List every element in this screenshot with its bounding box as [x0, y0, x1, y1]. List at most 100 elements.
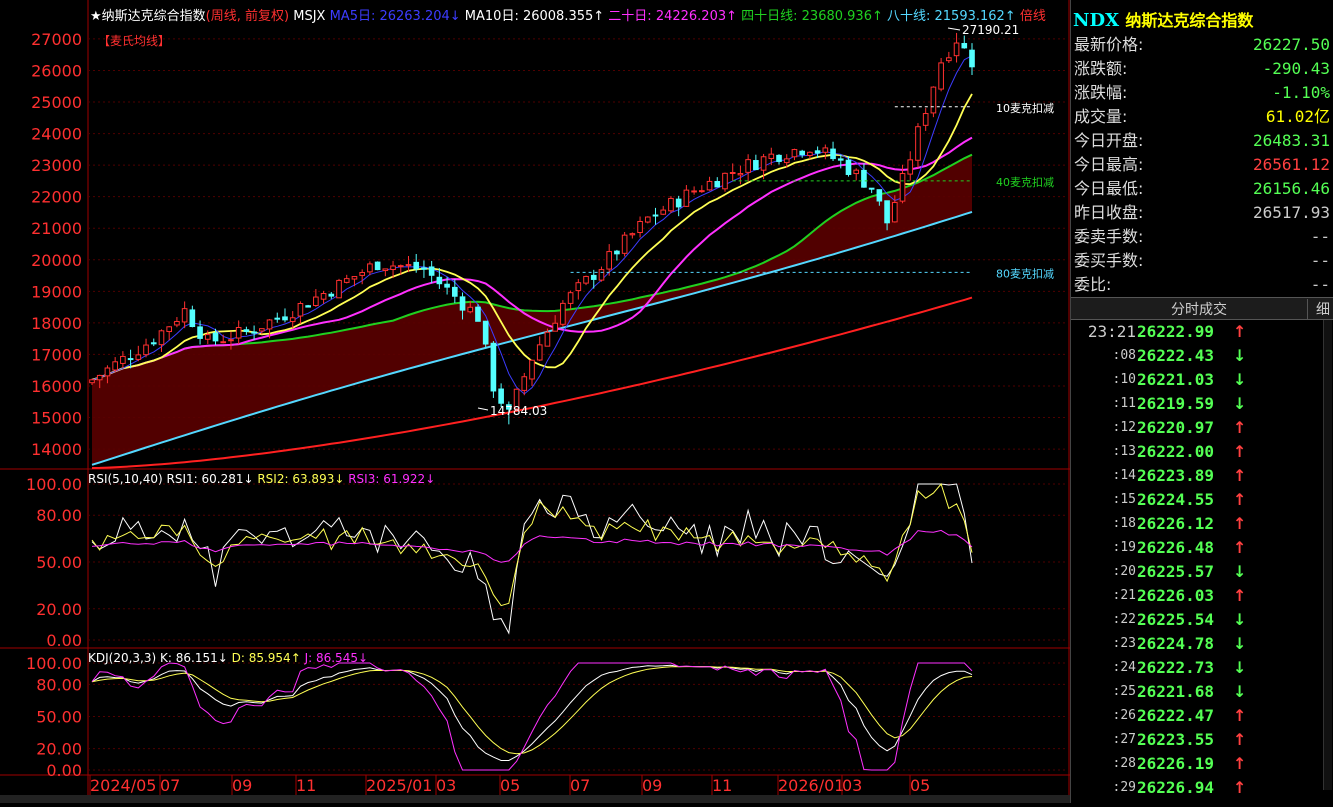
quote-row: 今日最低: 26156.46: [1071, 177, 1333, 201]
arrow-up-icon: ↑: [1233, 586, 1247, 605]
quote-row: 最新价格: 26227.50: [1071, 33, 1333, 57]
candle-body: [614, 250, 620, 255]
arrow-down-icon: ↓: [1233, 394, 1247, 413]
candle-body: [421, 267, 427, 270]
deduct-label: 10麦克扣减: [996, 101, 1054, 115]
quote-row: 今日开盘: 26483.31: [1071, 129, 1333, 153]
quote-code: NDX: [1073, 10, 1120, 31]
y-tick-label: 17000: [31, 345, 82, 364]
tick-time: :15: [1112, 492, 1136, 507]
tick-price: 26222.99: [1137, 322, 1215, 341]
ma-legend-item: 四十日线: 23680.936↑: [737, 9, 883, 24]
quote-row: 委买手数: --: [1071, 249, 1333, 273]
tick-time: :28: [1112, 756, 1136, 771]
candle-body: [822, 147, 829, 153]
candle-body: [413, 261, 420, 270]
candle-body: [374, 261, 381, 271]
tab-ticks[interactable]: 分时成交: [1171, 299, 1227, 319]
candle-body: [876, 189, 883, 202]
candle-body: [745, 159, 751, 173]
arrow-down-icon: ↓: [1233, 658, 1247, 677]
candle-body: [760, 156, 767, 171]
pane-header: RSI(5,10,40) RSI1: 60.281↓ RSI2: 63.893↓…: [88, 472, 435, 486]
candle-body: [891, 202, 898, 223]
candle-body: [320, 293, 327, 300]
candle-body: [127, 358, 134, 361]
candle-body: [637, 221, 643, 233]
arrow-down-icon: ↓: [1233, 610, 1247, 629]
candle-body: [382, 268, 389, 272]
candlestick-chart[interactable]: 27000 26000 25000 24000 23000 22000 21000 20000…: [0, 0, 1070, 803]
tick-row: :15 26224.55 ↑: [1071, 488, 1333, 512]
tick-price: 26222.47: [1137, 706, 1215, 725]
star-icon: ★: [90, 9, 102, 24]
x-tick-label: 2026/01: [778, 776, 844, 795]
indicator-badge: 【麦氏均线】: [98, 34, 170, 48]
tick-time: :13: [1112, 444, 1136, 459]
tab-detail[interactable]: 细: [1307, 299, 1330, 319]
candle-body: [367, 263, 373, 273]
quote-value: --: [1310, 275, 1330, 294]
chart-area[interactable]: 27000 26000 25000 24000 23000 22000 21000 20000…: [0, 0, 1070, 803]
tick-price: 26226.48: [1137, 538, 1215, 557]
candle-body: [915, 126, 921, 161]
x-tick-label: 2025/01: [366, 776, 432, 795]
tick-time: :11: [1112, 396, 1136, 411]
candle-body: [606, 251, 613, 270]
tick-row: :21 26226.03 ↑: [1071, 584, 1333, 608]
candle-body: [830, 148, 836, 160]
x-tick-label: 03: [436, 776, 456, 795]
tick-row: :08 26222.43 ↓: [1071, 344, 1333, 368]
series-name: RSI2:: [257, 472, 292, 486]
arrow-up-icon: ↑: [1233, 514, 1247, 533]
candle-body: [552, 322, 558, 332]
candle-body: [104, 367, 111, 377]
candle-body: [969, 49, 975, 68]
tick-price: 26224.55: [1137, 490, 1215, 509]
candle-body: [544, 331, 551, 347]
tick-scrollbar[interactable]: [1323, 320, 1332, 790]
quote-row: 委卖手数: --: [1071, 225, 1333, 249]
tick-time: :21: [1112, 588, 1136, 603]
tick-row: :20 26225.57 ↓: [1071, 560, 1333, 584]
y-tick-label: 22000: [31, 188, 82, 207]
tick-row: :13 26222.00 ↑: [1071, 440, 1333, 464]
candle-body: [683, 189, 690, 207]
high-annotation: 27190.21: [962, 23, 1019, 37]
quote-row: 委比: --: [1071, 273, 1333, 297]
quote-value: 26517.93: [1252, 203, 1330, 222]
candle-body: [737, 173, 744, 176]
candle-body: [922, 113, 929, 126]
quote-value: 26561.12: [1252, 155, 1330, 174]
tick-time: :29: [1112, 780, 1136, 795]
arrow-up-icon: ↑: [1233, 706, 1247, 725]
quote-row: 成交量: 61.02亿: [1071, 105, 1333, 129]
arrow-up-icon: ↑: [1233, 730, 1247, 749]
tick-price: 26226.03: [1137, 586, 1215, 605]
tick-price: 26225.54: [1137, 610, 1215, 629]
quote-header: NDX 纳斯达克综合指数: [1073, 9, 1253, 33]
tick-time: :26: [1112, 708, 1136, 723]
quote-label: 今日最低:: [1074, 179, 1144, 198]
candle-body: [644, 216, 651, 223]
y-tick-label: 16000: [31, 377, 82, 396]
pane-title: KDJ(20,3,3): [88, 651, 160, 665]
candle-body: [768, 153, 775, 159]
pane-header: KDJ(20,3,3) K: 86.151↓ D: 85.954↑ J: 86.…: [88, 651, 368, 665]
candle-body: [714, 180, 721, 188]
candle-body: [560, 302, 566, 325]
candle-body: [143, 344, 149, 356]
quote-label: 今日最高:: [1074, 155, 1144, 174]
tick-time: :08: [1112, 348, 1136, 363]
indicator-name: MSJX: [289, 9, 329, 24]
y-tick-label: 14000: [31, 440, 82, 459]
candle-body: [135, 354, 142, 360]
arrow-down-icon: ↓: [1233, 562, 1247, 581]
candle-body: [475, 306, 481, 322]
candle-body: [336, 279, 342, 299]
ma-legend-item: 八十线: 21593.162↑: [883, 9, 1016, 24]
tick-price: 26222.00: [1137, 442, 1215, 461]
candle-body: [297, 303, 304, 317]
quote-value: -290.43: [1262, 59, 1330, 78]
y-tick-label: 50.00: [36, 553, 82, 572]
